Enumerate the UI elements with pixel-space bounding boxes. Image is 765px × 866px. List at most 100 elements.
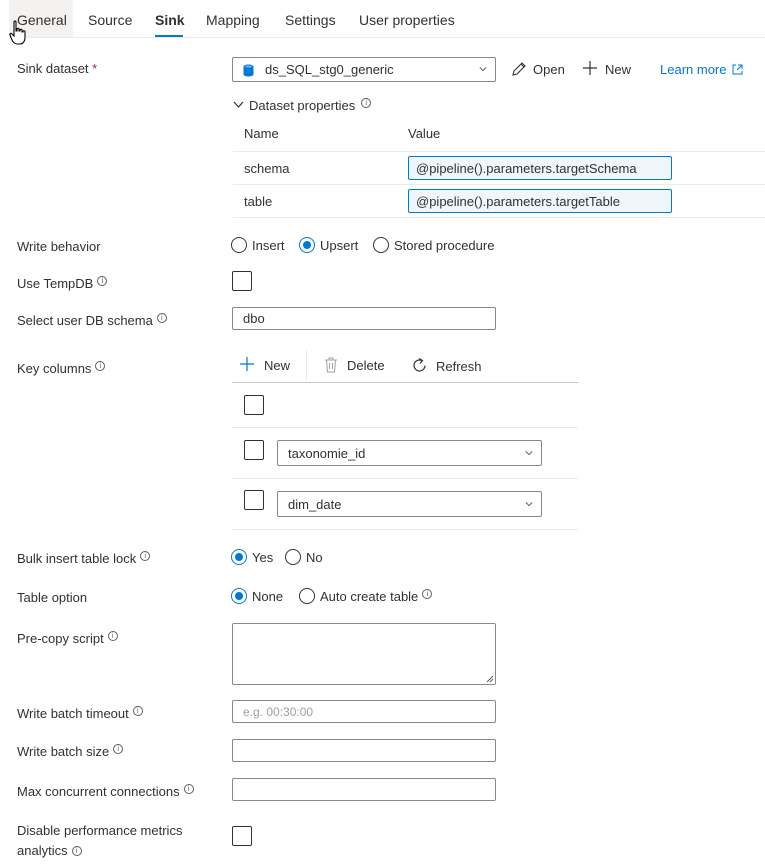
key-columns-select-all-checkbox[interactable] xyxy=(244,395,264,415)
key-column-row-checkbox[interactable] xyxy=(244,490,264,510)
pre-copy-script-textarea[interactable] xyxy=(232,623,496,685)
chevron-down-icon xyxy=(233,101,244,108)
divider xyxy=(233,151,765,152)
tab-sink[interactable]: Sink xyxy=(155,12,185,28)
use-tempdb-label-text: Use TempDB xyxy=(17,276,94,291)
divider xyxy=(233,184,765,185)
user-db-schema-input[interactable]: dbo xyxy=(232,307,496,330)
radio-insert[interactable] xyxy=(231,237,247,253)
bulk-insert-lock-label: Bulk insert table lock i xyxy=(17,551,151,566)
pre-copy-script-label: Pre-copy script i xyxy=(17,631,118,646)
info-icon: i xyxy=(183,784,194,794)
write-batch-timeout-label-text: Write batch timeout xyxy=(17,706,129,721)
radio-upsert[interactable] xyxy=(299,237,315,253)
info-icon: i xyxy=(132,706,143,716)
radio-table-none-label: None xyxy=(252,589,284,604)
info-icon: i xyxy=(361,98,372,108)
key-column-select[interactable]: dim_date xyxy=(277,491,542,517)
info-icon: i xyxy=(95,361,106,371)
info-icon: i xyxy=(71,846,82,856)
key-columns-refresh-button[interactable]: Refresh xyxy=(411,357,482,374)
tab-mapping[interactable]: Mapping xyxy=(206,12,260,28)
divider xyxy=(232,427,578,428)
write-batch-size-label: Write batch size i xyxy=(17,744,124,759)
dprops-row-value-input[interactable]: @pipeline().parameters.targetTable xyxy=(408,189,672,213)
key-columns-label-text: Key columns xyxy=(17,361,92,376)
plus-icon xyxy=(583,61,597,75)
sink-dataset-value: ds_SQL_stg0_generic xyxy=(265,62,394,77)
radio-bulk-yes[interactable] xyxy=(231,549,247,565)
max-concurrent-input[interactable] xyxy=(232,778,496,801)
divider xyxy=(232,529,578,530)
radio-bulk-yes-label: Yes xyxy=(252,550,274,565)
sink-dataset-label: Sink dataset * xyxy=(17,61,97,76)
chevron-down-icon xyxy=(525,502,533,507)
dataset-properties-title: Dataset properties xyxy=(249,98,356,113)
sink-dataset-label-text: Sink dataset xyxy=(17,61,89,76)
write-batch-size-label-text: Write batch size xyxy=(17,744,110,759)
dprops-row-value-input[interactable]: @pipeline().parameters.targetSchema xyxy=(408,156,672,180)
dprops-row-name: schema xyxy=(244,161,290,176)
max-concurrent-label: Max concurrent connections i xyxy=(17,784,194,799)
radio-auto-create-table-label: Auto create table i xyxy=(320,589,433,604)
pencil-icon xyxy=(512,62,526,76)
pre-copy-script-label-text: Pre-copy script xyxy=(17,631,104,646)
table-option-label: Table option xyxy=(17,590,88,605)
key-column-value: dim_date xyxy=(288,497,342,512)
write-behavior-label: Write behavior xyxy=(17,239,101,254)
key-columns-new-label: New xyxy=(264,358,291,373)
plus-icon xyxy=(240,357,254,371)
info-icon: i xyxy=(113,744,124,754)
database-icon xyxy=(243,64,254,77)
write-batch-timeout-label: Write batch timeout i xyxy=(17,706,143,721)
tab-user-properties[interactable]: User properties xyxy=(359,12,455,28)
sink-dataset-select[interactable]: ds_SQL_stg0_generic xyxy=(232,57,496,82)
max-concurrent-label-text: Max concurrent connections xyxy=(17,784,180,799)
dprops-col-value: Value xyxy=(408,126,441,141)
trash-icon xyxy=(325,357,337,373)
write-batch-size-input[interactable] xyxy=(232,739,496,762)
radio-auto-create-table[interactable] xyxy=(299,588,315,604)
divider xyxy=(232,478,578,479)
use-tempdb-label: Use TempDB i xyxy=(17,276,108,291)
radio-table-none[interactable] xyxy=(231,588,247,604)
key-columns-delete-label: Delete xyxy=(347,358,385,373)
radio-stored-procedure[interactable] xyxy=(373,237,389,253)
key-columns-refresh-label: Refresh xyxy=(436,359,482,374)
disable-metrics-label: Disable performance metrics analytics i xyxy=(17,821,182,861)
disable-metrics-checkbox[interactable] xyxy=(232,826,252,846)
new-dataset-label: New xyxy=(605,62,632,77)
radio-bulk-no[interactable] xyxy=(285,549,301,565)
write-batch-timeout-input[interactable]: e.g. 00:30:00 xyxy=(232,700,496,723)
radio-upsert-label: Upsert xyxy=(320,238,359,253)
disable-metrics-label-line2-wrap: analytics i xyxy=(17,841,182,861)
external-link-icon xyxy=(732,64,743,75)
dataset-properties-toggle[interactable]: Dataset properties i xyxy=(233,98,372,113)
disable-metrics-label-line2: analytics xyxy=(17,843,68,858)
key-columns-delete-button[interactable]: Delete xyxy=(324,357,385,373)
radio-stored-procedure-label: Stored procedure xyxy=(394,238,495,253)
tabs-divider xyxy=(9,37,765,38)
learn-more-link[interactable]: Learn more xyxy=(660,62,743,77)
toolbar-separator xyxy=(306,350,307,380)
use-tempdb-checkbox[interactable] xyxy=(232,271,252,291)
user-db-schema-label-text: Select user DB schema xyxy=(17,313,153,328)
key-column-select[interactable]: taxonomie_id xyxy=(277,440,542,466)
open-button[interactable]: Open xyxy=(511,61,565,77)
info-icon: i xyxy=(422,589,433,599)
refresh-icon xyxy=(413,357,426,372)
bulk-insert-lock-label-text: Bulk insert table lock xyxy=(17,551,137,566)
new-dataset-button[interactable]: New xyxy=(583,61,631,77)
required-asterisk: * xyxy=(92,61,98,76)
hand-cursor-icon xyxy=(9,20,26,45)
auto-create-table-text: Auto create table xyxy=(320,589,419,604)
info-icon: i xyxy=(140,551,151,561)
key-column-value: taxonomie_id xyxy=(288,446,366,461)
key-columns-new-button[interactable]: New xyxy=(240,357,290,373)
tab-source[interactable]: Source xyxy=(88,12,132,28)
info-icon: i xyxy=(156,313,167,323)
tab-settings[interactable]: Settings xyxy=(285,12,336,28)
dprops-col-name: Name xyxy=(244,126,279,141)
radio-bulk-no-label: No xyxy=(306,550,323,565)
key-column-row-checkbox[interactable] xyxy=(244,440,264,460)
